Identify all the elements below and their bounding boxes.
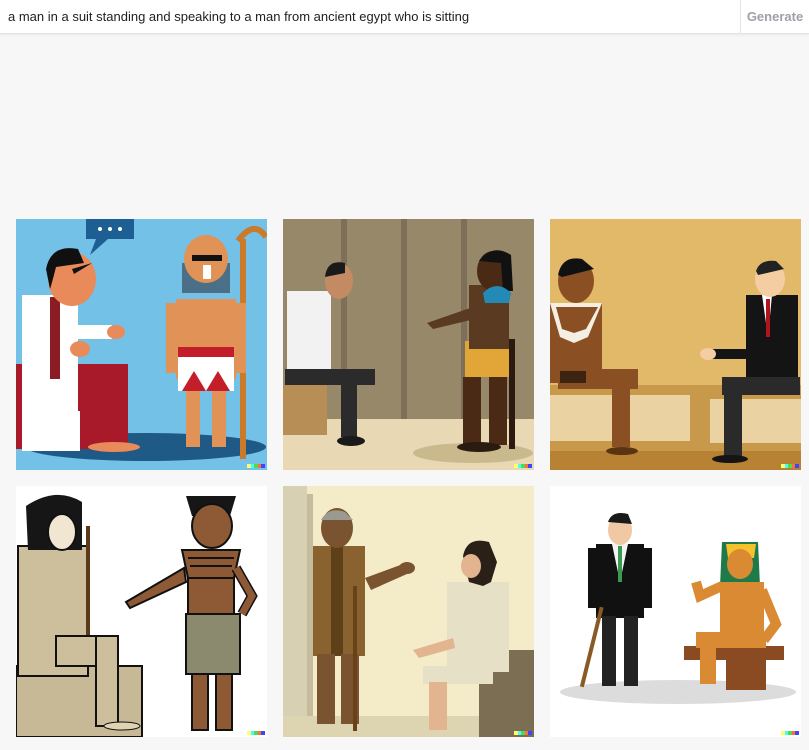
generate-button[interactable]: Generate — [740, 0, 809, 33]
result-image-4-art — [16, 486, 267, 737]
signature-mark — [247, 464, 265, 468]
signature-mark — [781, 731, 799, 735]
signature-mark — [514, 731, 532, 735]
result-image-1-art — [16, 219, 267, 470]
signature-mark — [514, 464, 532, 468]
prompt-input[interactable]: a man in a suit standing and speaking to… — [8, 9, 469, 24]
signature-mark — [781, 464, 799, 468]
prompt-bar: a man in a suit standing and speaking to… — [0, 0, 809, 34]
result-image-6-art — [550, 486, 801, 737]
result-image-3-art — [550, 219, 801, 470]
result-image-3[interactable] — [550, 219, 801, 470]
result-image-5-art — [283, 486, 534, 737]
result-image-6[interactable] — [550, 486, 801, 737]
result-image-4[interactable] — [16, 486, 267, 737]
result-image-5[interactable] — [283, 486, 534, 737]
result-image-2[interactable] — [283, 219, 534, 470]
signature-mark — [247, 731, 265, 735]
result-image-2-art — [283, 219, 534, 470]
result-image-1[interactable] — [16, 219, 267, 470]
